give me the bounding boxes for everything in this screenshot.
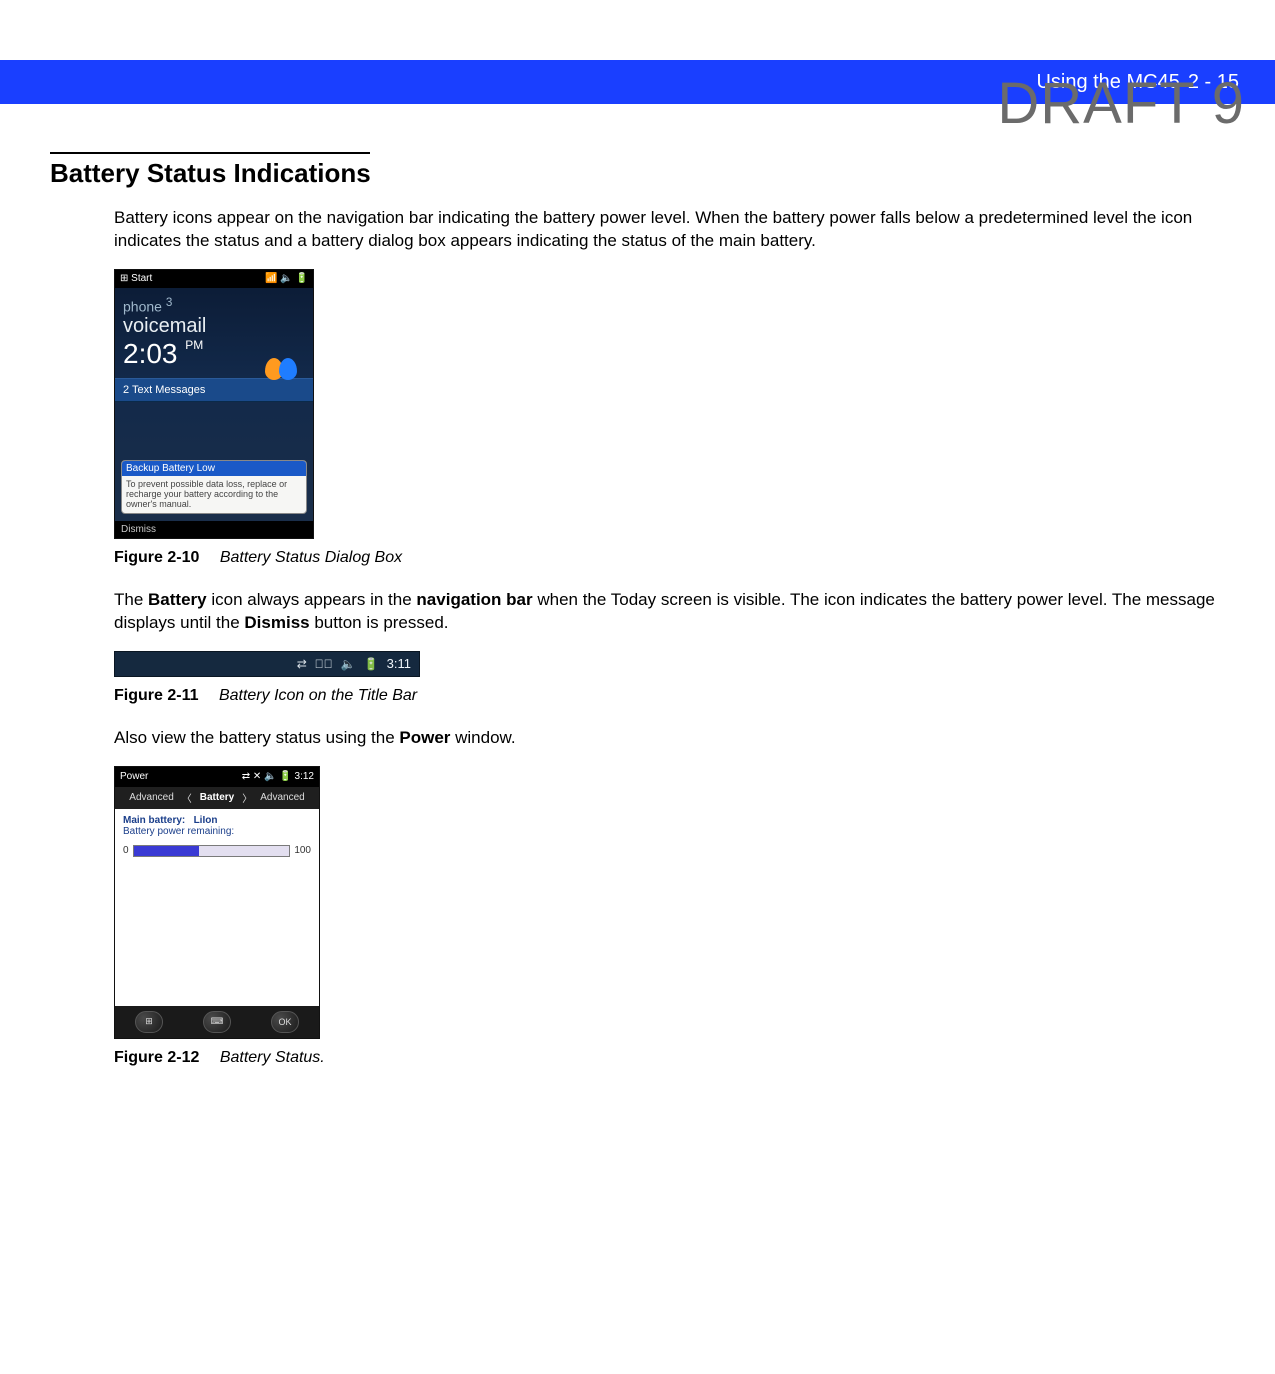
chevron-right-icon: 〉 [242, 790, 252, 805]
section-rule [50, 152, 370, 154]
figure-2-10-image: ⊞ Start 📶 🔈 🔋 phone 3 voicemail 2:03 PM … [114, 269, 314, 539]
popup-title: Backup Battery Low [122, 461, 306, 476]
tab-battery: Battery [200, 792, 234, 803]
paragraph-power-window: Also view the battery status using the P… [114, 727, 1215, 750]
status-icons-top: 📶 🔈 🔋 [265, 273, 308, 284]
paragraph-intro: Battery icons appear on the navigation b… [114, 207, 1215, 253]
figure-number: Figure 2-11 [114, 687, 198, 704]
figure-2-11-caption: Figure 2-11 Battery Icon on the Title Ba… [114, 687, 1215, 705]
volume-icon: 🔈 [341, 657, 356, 671]
figure-title: Battery Status Dialog Box [220, 549, 402, 566]
figure-2-12-image: Power ⇄ ✕ 🔈 🔋 3:12 Advanced 〈 Battery 〉 … [114, 766, 320, 1039]
chevron-left-icon: 〈 [182, 790, 192, 805]
ok-button: OK [271, 1011, 299, 1033]
text-messages-bar: 2 Text Messages [115, 378, 313, 402]
voicemail-label: voicemail [123, 315, 305, 338]
balloons-icon [269, 358, 297, 380]
paragraph-battery-icon: The Battery icon always appears in the n… [114, 589, 1215, 635]
battery-progress-bar [133, 845, 291, 857]
figure-title: Battery Icon on the Title Bar [219, 687, 417, 704]
battery-low-popup: Backup Battery Low To prevent possible d… [121, 460, 307, 514]
popup-body: To prevent possible data loss, replace o… [126, 479, 302, 509]
phone-badge: 3 [166, 296, 172, 309]
win-start-label: ⊞ Start [120, 273, 152, 284]
status-icons-power: ⇄ ✕ 🔈 🔋 3:12 [242, 771, 314, 782]
draft-watermark: DRAFT 9 [997, 70, 1245, 137]
page-content: Battery Status Indications Battery icons… [0, 104, 1275, 1109]
main-battery-type: LiIon [194, 815, 218, 826]
windows-icon: ⊞ [120, 273, 131, 284]
figure-2-10-caption: Figure 2-10 Battery Status Dialog Box [114, 549, 1215, 567]
figure-title: Battery Status. [220, 1049, 325, 1066]
remaining-label: Battery power remaining: [123, 826, 311, 837]
battery-icon: 🔋 [364, 657, 379, 671]
titlebar-time: 3:11 [387, 656, 411, 671]
sync-icon: ✕⃝ [315, 657, 333, 671]
figure-2-11-image: ⇄ ✕⃝ 🔈 🔋 3:11 [114, 651, 420, 677]
phone-label: phone 3 [123, 296, 305, 315]
start-button-icon: ⊞ [135, 1011, 163, 1033]
figure-number: Figure 2-12 [114, 1049, 199, 1066]
progress-max: 100 [294, 845, 311, 856]
tab-advanced-right: Advanced [260, 792, 304, 803]
dismiss-bar: Dismiss [115, 521, 313, 538]
section-title: Battery Status Indications [50, 158, 1225, 189]
main-battery-label: Main battery: [123, 815, 185, 826]
tab-advanced-left: Advanced [129, 792, 173, 803]
figure-number: Figure 2-10 [114, 549, 199, 566]
figure-2-12-caption: Figure 2-12 Battery Status. [114, 1049, 1215, 1067]
progress-min: 0 [123, 845, 129, 856]
signal-icon: ⇄ [297, 657, 307, 671]
keyboard-button-icon: ⌨ [203, 1011, 231, 1033]
power-title: Power [120, 771, 148, 782]
